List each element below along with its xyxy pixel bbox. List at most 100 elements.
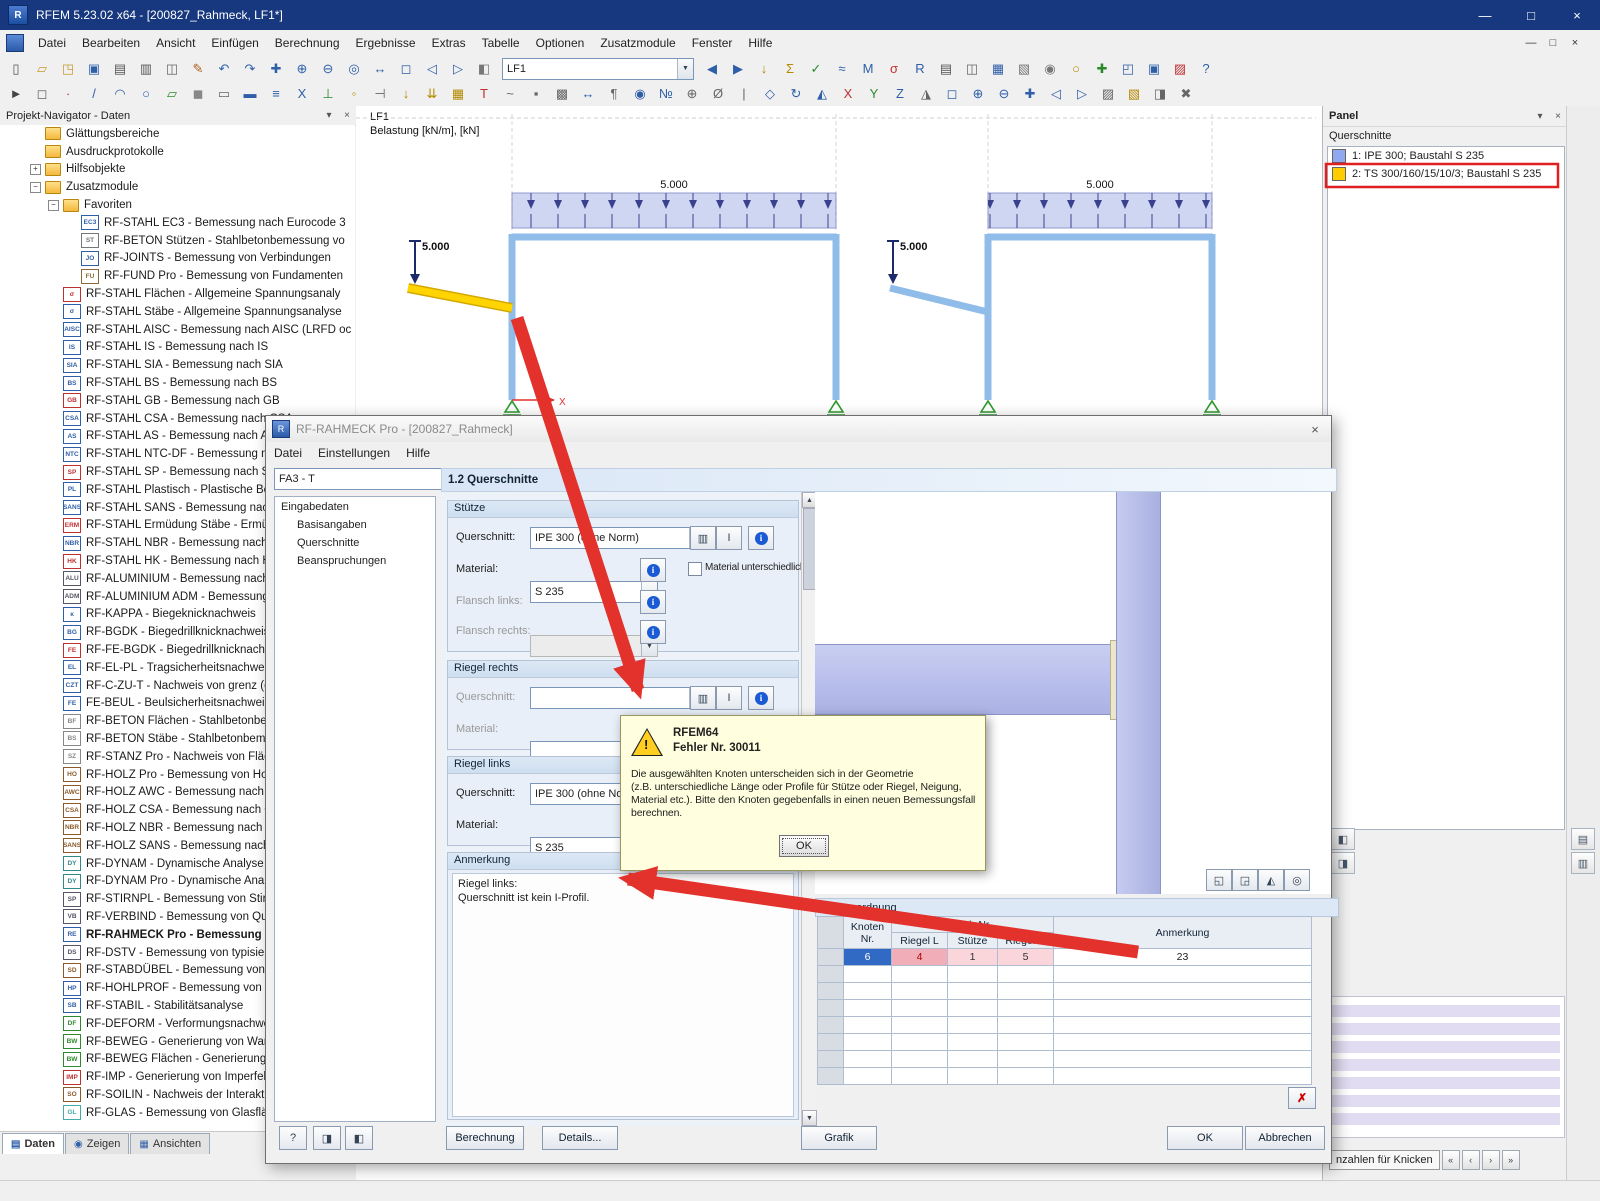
- table-data-row[interactable]: 6 4 1 5 23: [817, 948, 1312, 966]
- navigator-tab[interactable]: ▤ Daten: [2, 1133, 65, 1154]
- rib-icon[interactable]: ≡: [264, 83, 288, 105]
- tables-icon[interactable]: ▦: [986, 58, 1010, 80]
- navigator-tree-item[interactable]: Ausdruckprotokolle: [0, 143, 355, 161]
- abbrechen-button[interactable]: Abbrechen: [1245, 1126, 1325, 1150]
- frame-right[interactable]: [889, 233, 1216, 400]
- error-ok-button[interactable]: OK: [779, 835, 829, 857]
- navigator-tree-item[interactable]: BS RF-STAHL BS - Bemessung nach BS: [0, 374, 355, 392]
- panel-tool-button-2[interactable]: ◨: [1331, 852, 1355, 874]
- perspective-icon[interactable]: ◮: [914, 83, 938, 105]
- help-button[interactable]: ?: [279, 1126, 307, 1150]
- menu-item[interactable]: Tabelle: [474, 32, 528, 54]
- select-icon[interactable]: ►: [4, 83, 28, 105]
- ok-button[interactable]: OK: [1167, 1126, 1243, 1150]
- save-icon[interactable]: ▣: [82, 58, 106, 80]
- navigator-tab[interactable]: ◉ Zeigen: [65, 1133, 130, 1154]
- table-empty-row[interactable]: [817, 999, 1312, 1017]
- navigator-tree-item[interactable]: − Favoriten: [0, 196, 355, 214]
- copy-graphic-icon[interactable]: ◫: [960, 58, 984, 80]
- move-view-icon[interactable]: ✚: [1018, 83, 1042, 105]
- menu-item[interactable]: Zusatzmodule: [592, 32, 683, 54]
- print-graphic-icon[interactable]: ▤: [934, 58, 958, 80]
- work-plane-icon[interactable]: ◇: [758, 83, 782, 105]
- results-toggle-icon[interactable]: Σ: [778, 58, 802, 80]
- center-icon[interactable]: ⊕: [680, 83, 704, 105]
- support-forces-icon[interactable]: R: [908, 58, 932, 80]
- table-empty-row[interactable]: [817, 1033, 1312, 1051]
- frame-left[interactable]: [508, 233, 840, 400]
- mesh-node-icon[interactable]: ▪: [524, 83, 548, 105]
- expander-icon[interactable]: +: [30, 163, 41, 175]
- new-file-icon[interactable]: ▯: [4, 58, 28, 80]
- cell-riegel-l[interactable]: 4: [891, 948, 948, 966]
- surface-icon[interactable]: ▱: [160, 83, 184, 105]
- dialog-menu-item[interactable]: Einstellungen: [310, 442, 398, 464]
- area-load-icon[interactable]: ▦: [446, 83, 470, 105]
- view-z-icon[interactable]: Z: [888, 83, 912, 105]
- bottom-table-tab[interactable]: nzahlen für Knicken: [1329, 1150, 1440, 1170]
- loadcase-combobox[interactable]: LF1 ▼: [502, 57, 694, 80]
- section-info-button[interactable]: i: [748, 686, 774, 710]
- view-side-icon[interactable]: ◲: [1232, 869, 1258, 891]
- measure-icon[interactable]: Ø: [706, 83, 730, 105]
- crosshair-icon[interactable]: ✚: [264, 58, 288, 80]
- zoom-rect-icon[interactable]: ◻: [940, 83, 964, 105]
- member-icon[interactable]: ▬: [238, 83, 262, 105]
- close-button[interactable]: ×: [1554, 0, 1600, 30]
- haunch-member[interactable]: [889, 284, 989, 316]
- zoom-out-icon[interactable]: ⊖: [316, 58, 340, 80]
- navigator-tree-item[interactable]: − Zusatzmodule: [0, 178, 355, 196]
- select-special-icon[interactable]: ◨: [1148, 83, 1172, 105]
- nav-root[interactable]: Eingabedaten: [281, 501, 349, 513]
- dialog-close-icon[interactable]: ×: [1303, 419, 1327, 439]
- table-empty-row[interactable]: [817, 1050, 1312, 1068]
- mesh-icon[interactable]: ▩: [550, 83, 574, 105]
- copy-icon[interactable]: ◫: [160, 58, 184, 80]
- opening-icon[interactable]: ▭: [212, 83, 236, 105]
- previous-view-icon[interactable]: ◁: [420, 58, 444, 80]
- prev-loadcase-icon[interactable]: ◀: [700, 58, 724, 80]
- render-mode-icon[interactable]: ◧: [472, 58, 496, 80]
- result-values-icon[interactable]: ✓: [804, 58, 828, 80]
- stresses-icon[interactable]: σ: [882, 58, 906, 80]
- select-window-icon[interactable]: ◻: [30, 83, 54, 105]
- view-front-icon[interactable]: ◱: [1206, 869, 1232, 891]
- delete-row-button[interactable]: ✗: [1288, 1087, 1316, 1109]
- scroll-down-icon[interactable]: ▼: [802, 1110, 817, 1126]
- flansch-rechts-info-button[interactable]: i: [640, 620, 666, 644]
- help-icon[interactable]: ?: [1194, 58, 1218, 80]
- view-isometric-icon[interactable]: ◭: [1258, 869, 1284, 891]
- display-props-icon[interactable]: ▨: [1096, 83, 1120, 105]
- prev-page-icon[interactable]: ‹: [1461, 1150, 1480, 1170]
- haunch-member-selected[interactable]: [407, 284, 513, 312]
- stuetze-material-combobox[interactable]: S 235 ▼: [530, 581, 658, 603]
- table-empty-row[interactable]: [817, 1016, 1312, 1034]
- navigator-tree-item[interactable]: + Hilfsobjekte: [0, 161, 355, 179]
- cross-section-item[interactable]: 2: TS 300/160/15/10/3; Baustahl S 235: [1328, 165, 1564, 183]
- circle-icon[interactable]: ○: [134, 83, 158, 105]
- axes-icon[interactable]: ✚: [1090, 58, 1114, 80]
- details-button[interactable]: Details...: [542, 1126, 618, 1150]
- table-empty-row[interactable]: [817, 965, 1312, 983]
- navigator-tree-item[interactable]: ST RF-BETON Stützen - Stahlbetonbemessun…: [0, 232, 355, 250]
- cell-anmerkung[interactable]: 23: [1053, 948, 1312, 966]
- section-library-button[interactable]: ▥: [690, 526, 716, 550]
- support-icon[interactable]: ⊥: [316, 83, 340, 105]
- full-view-icon[interactable]: ◻: [394, 58, 418, 80]
- stuetze-querschnitt-combobox[interactable]: IPE 300 (ohne Norm) ▼: [530, 527, 706, 549]
- menu-item[interactable]: Ansicht: [148, 32, 203, 54]
- guide-line-icon[interactable]: |: [732, 83, 756, 105]
- show-loads-icon[interactable]: ↓: [752, 58, 776, 80]
- material-unterschiedlich-checkbox[interactable]: [688, 562, 702, 576]
- flansch-links-info-button[interactable]: i: [640, 590, 666, 614]
- expander-icon[interactable]: −: [30, 181, 41, 193]
- open-project-icon[interactable]: ▱: [30, 58, 54, 80]
- truss-icon[interactable]: X: [290, 83, 314, 105]
- section-library-button[interactable]: ▥: [690, 686, 716, 710]
- menu-item[interactable]: Einfügen: [203, 32, 266, 54]
- search-icon[interactable]: ◎: [342, 58, 366, 80]
- solid-icon[interactable]: ◼: [186, 83, 210, 105]
- section-info-button[interactable]: i: [748, 526, 774, 550]
- line-icon[interactable]: /: [82, 83, 106, 105]
- view-x-icon[interactable]: X: [836, 83, 860, 105]
